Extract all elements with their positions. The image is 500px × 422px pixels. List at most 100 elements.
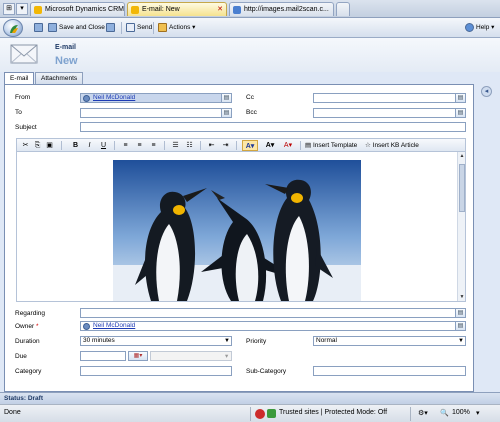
status-divider	[410, 407, 411, 421]
zoom-dropdown-icon[interactable]: ▾	[476, 409, 480, 417]
help-menu[interactable]: Help ▾	[465, 22, 494, 34]
cc-lookup-button[interactable]: ▤	[455, 93, 466, 103]
tab-images[interactable]: http://images.mail2scan.c...	[229, 2, 334, 16]
template-icon: ▤	[305, 142, 312, 149]
subject-field[interactable]	[80, 122, 466, 132]
save-and-close-button[interactable]: Save and Close	[48, 22, 105, 34]
indent-icon[interactable]: ⇥	[221, 140, 230, 151]
email-envelope-icon	[10, 44, 38, 64]
subcategory-field[interactable]	[313, 366, 466, 376]
toolbar-separator	[200, 141, 201, 150]
toolbar-separator	[61, 141, 62, 150]
regarding-lookup-button[interactable]: ▤	[455, 308, 466, 318]
save-close-icon	[48, 22, 57, 32]
security-zone-text[interactable]: Trusted sites | Protected Mode: Off	[279, 409, 387, 416]
font-color-icon[interactable]: A▾	[281, 140, 295, 151]
highlight-color-icon[interactable]: A▾	[242, 140, 258, 151]
bullet-list-icon[interactable]: ☷	[185, 140, 194, 151]
protected-mode-icon[interactable]: ⚙▾	[418, 409, 428, 417]
align-left-icon[interactable]: ≡	[121, 140, 130, 151]
insert-template-button[interactable]: ▤ Insert Template	[305, 140, 365, 151]
toolbar-separator	[114, 141, 115, 150]
new-tab-button[interactable]	[336, 2, 350, 16]
status-text: Status: Draft	[4, 395, 44, 402]
tab-list-button[interactable]: ▾	[16, 3, 28, 15]
command-bar: Save and Close Send Actions ▾ Help ▾	[0, 18, 500, 38]
tab-attachments[interactable]: Attachments	[35, 72, 83, 84]
actions-icon	[158, 22, 167, 32]
tab-email-new[interactable]: E-mail: New ✕	[127, 2, 227, 16]
penguins-image	[113, 160, 361, 301]
italic-button[interactable]: I	[85, 140, 94, 151]
priority-label: Priority	[246, 338, 267, 345]
cc-label: Cc	[246, 94, 254, 101]
quick-tabs-button[interactable]: ⊞	[3, 3, 15, 15]
bcc-field[interactable]	[313, 108, 466, 118]
due-date-field[interactable]	[80, 351, 126, 361]
from-field[interactable]: Neil McDonald	[80, 93, 232, 103]
bold-button[interactable]: B	[71, 140, 80, 151]
blocked-content-icon[interactable]	[255, 409, 265, 419]
to-lookup-button[interactable]: ▤	[221, 108, 232, 118]
underline-button[interactable]: U	[99, 140, 108, 151]
toolbar-separator	[164, 141, 165, 150]
insert-kb-article-button[interactable]: ☆ Insert KB Article	[365, 140, 437, 151]
bcc-lookup-button[interactable]: ▤	[455, 108, 466, 118]
cc-field[interactable]	[313, 93, 466, 103]
crm-favicon-icon	[131, 6, 139, 14]
actions-label: Actions	[169, 24, 191, 31]
numbered-list-icon[interactable]: ☰	[171, 140, 180, 151]
align-right-icon[interactable]: ≡	[149, 140, 158, 151]
subject-label: Subject	[15, 124, 37, 131]
to-label: To	[15, 109, 22, 116]
owner-lookup-button[interactable]: ▤	[455, 321, 466, 331]
chevron-down-icon: ▼	[224, 338, 230, 344]
paste-icon[interactable]: ▣	[45, 140, 54, 151]
regarding-field[interactable]	[80, 308, 466, 318]
help-label: Help	[476, 24, 490, 31]
help-icon	[465, 22, 474, 32]
new-record-icon	[106, 22, 115, 32]
zoom-level[interactable]: 100%	[452, 409, 470, 416]
priority-select[interactable]: Normal ▼	[313, 336, 466, 346]
priority-value: Normal	[316, 337, 337, 344]
tab-dynamics-crm[interactable]: Microsoft Dynamics CRM	[30, 2, 125, 16]
crm-menu-orb[interactable]	[3, 19, 23, 37]
crm-favicon-icon	[34, 6, 42, 14]
subcategory-label: Sub-Category	[246, 368, 287, 375]
to-field[interactable]	[80, 108, 232, 118]
expand-pane-icon[interactable]: ◂	[481, 86, 492, 97]
send-button[interactable]: Send	[126, 22, 152, 34]
from-lookup-button[interactable]: ▤	[221, 93, 232, 103]
category-field[interactable]	[80, 366, 232, 376]
align-center-icon[interactable]: ≡	[135, 140, 144, 151]
outdent-icon[interactable]: ⇤	[207, 140, 216, 151]
insert-template-label: Insert Template	[312, 142, 358, 149]
save-and-close-label: Save and Close	[59, 24, 105, 31]
due-time-field	[150, 351, 232, 361]
from-value-link[interactable]: Neil McDonald	[93, 94, 135, 101]
dynamics-logo-icon	[10, 25, 18, 33]
copy-icon[interactable]: ⎘	[33, 140, 42, 151]
duration-select[interactable]: 30 minutes ▼	[80, 336, 232, 346]
toolbar-separator	[153, 22, 154, 34]
record-title: New	[55, 55, 78, 67]
scroll-down-icon[interactable]: ▼	[459, 294, 465, 300]
close-tab-icon[interactable]: ✕	[217, 3, 223, 16]
email-body-editor[interactable]: ▲ ▼	[16, 152, 466, 302]
insert-kb-article-label: Insert KB Article	[372, 142, 419, 149]
new-button[interactable]	[106, 22, 117, 34]
browser-status-bar: Done Trusted sites | Protected Mode: Off…	[0, 404, 500, 422]
owner-label: Owner *	[15, 323, 39, 330]
actions-menu[interactable]: Actions ▾	[158, 22, 195, 34]
editor-scrollbar[interactable]: ▲ ▼	[457, 152, 465, 301]
font-size-icon[interactable]: A▾	[263, 140, 277, 151]
trusted-sites-check-icon	[267, 409, 276, 418]
owner-value-link[interactable]: Neil McDonald	[93, 322, 135, 329]
scroll-up-icon[interactable]: ▲	[459, 153, 465, 159]
save-button[interactable]	[34, 22, 45, 34]
owner-field[interactable]: Neil McDonald	[80, 321, 466, 331]
calendar-icon[interactable]: ▦▾	[128, 351, 148, 361]
cut-icon[interactable]: ✂	[21, 140, 30, 151]
scroll-thumb[interactable]	[459, 164, 465, 212]
